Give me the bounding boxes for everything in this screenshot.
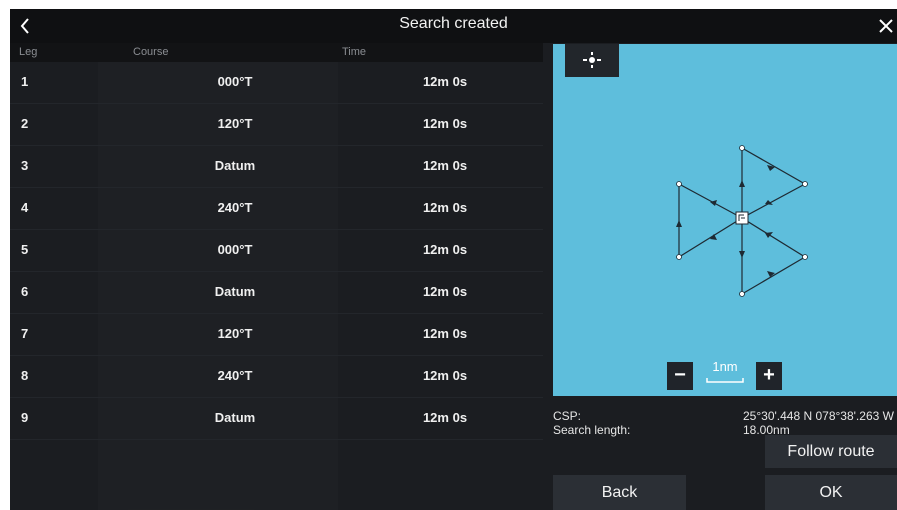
zoom-in-button[interactable]: + [756,362,782,390]
search-length-label: Search length: [553,423,631,437]
search-created-screen: Search created Leg Course Time 1 000°T 1… [10,9,897,510]
table-row[interactable]: 3 Datum 12m 0s [10,146,543,188]
ok-button[interactable]: OK [765,475,897,510]
course-cell: 120°T [217,326,253,341]
map-scale: 1nm [703,359,747,385]
close-button[interactable] [875,15,897,37]
search-pattern-map[interactable]: − 1nm + [553,44,897,396]
table-row[interactable]: 7 120°T 12m 0s [10,314,543,356]
time-cell: 12m 0s [422,326,468,341]
table-row[interactable]: 6 Datum 12m 0s [10,272,543,314]
leg-cell: 4 [21,200,29,215]
leg-cell: 6 [21,284,29,299]
leg-cell: 3 [21,158,29,173]
leg-cell: 8 [21,368,29,383]
zoom-out-button[interactable]: − [667,362,693,390]
course-cell: 000°T [217,242,253,257]
table-row[interactable]: 2 120°T 12m 0s [10,104,543,146]
table-row[interactable]: 8 240°T 12m 0s [10,356,543,398]
table-row[interactable]: 5 000°T 12m 0s [10,230,543,272]
time-cell: 12m 0s [422,116,468,131]
time-cell: 12m 0s [422,74,468,89]
column-header-course: Course [133,46,169,58]
leg-cell: 1 [21,74,29,89]
table-row[interactable]: 9 Datum 12m 0s [10,398,543,440]
table-row[interactable]: 1 000°T 12m 0s [10,62,543,104]
time-cell: 12m 0s [422,284,468,299]
follow-route-button[interactable]: Follow route [765,435,897,468]
leg-cell: 5 [21,242,29,257]
leg-cell: 9 [21,410,29,425]
time-cell: 12m 0s [422,242,468,257]
datum-marker-icon [735,211,749,225]
course-cell: Datum [214,410,256,425]
search-legs-table: Leg Course Time 1 000°T 12m 0s 2 120°T 1… [10,43,543,510]
time-cell: 12m 0s [422,368,468,383]
time-cell: 12m 0s [422,410,468,425]
back-button-bottom[interactable]: Back [553,475,686,510]
table-header: Leg Course Time [10,43,543,62]
time-cell: 12m 0s [422,158,468,173]
course-cell: 240°T [217,368,253,383]
table-row[interactable]: 4 240°T 12m 0s [10,188,543,230]
column-header-leg: Leg [19,46,38,58]
course-cell: 240°T [217,200,253,215]
leg-cell: 2 [21,116,29,131]
leg-cell: 7 [21,326,29,341]
csp-label: CSP: [553,409,582,423]
close-icon [879,19,893,33]
time-cell: 12m 0s [422,200,468,215]
course-cell: 120°T [217,116,253,131]
page-title: Search created [399,15,508,32]
course-cell: 000°T [217,74,253,89]
course-cell: Datum [214,158,256,173]
column-header-time: Time [342,46,367,58]
course-cell: Datum [214,284,256,299]
search-pattern-graphic [676,145,808,297]
csp-value: 25°30'.448 N 078°38'.263 W [743,409,894,423]
title-bar: Search created [10,9,897,43]
scale-bar-icon [706,378,744,383]
